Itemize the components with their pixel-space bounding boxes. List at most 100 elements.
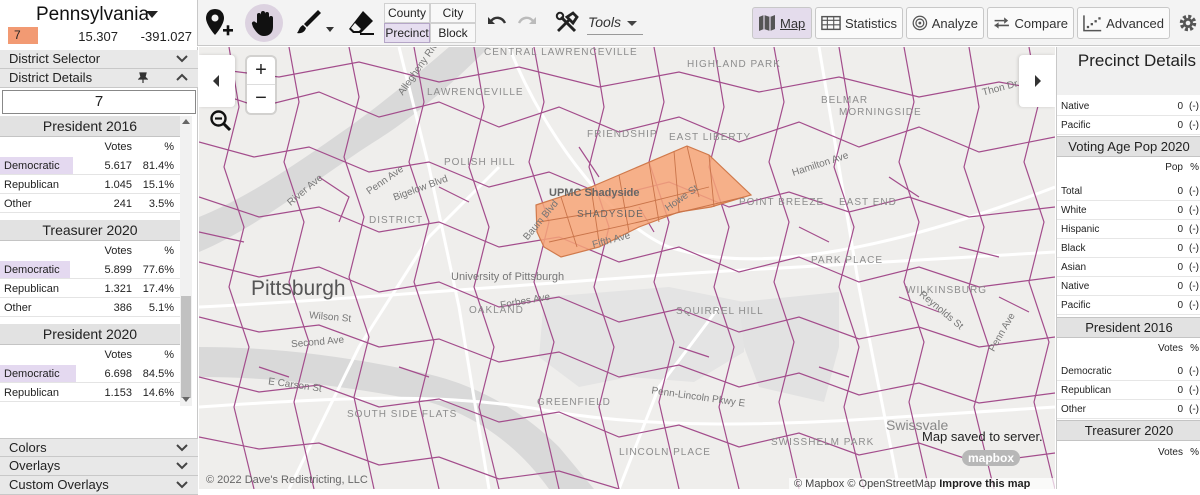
precinct-button[interactable]: Precinct	[384, 23, 430, 43]
zoom-out-magnifier-icon	[210, 110, 232, 132]
chevron-up-icon[interactable]	[176, 72, 188, 84]
analyze-button[interactable]: Analyze	[906, 7, 984, 39]
pct-value: 15.1%	[142, 179, 174, 191]
row-label: Asian	[1061, 262, 1087, 273]
area-label: HIGHLAND PARK	[687, 59, 781, 70]
pct-value: 5.1%	[148, 302, 174, 314]
area-label: GREENFIELD	[537, 397, 611, 408]
advanced-button[interactable]: Advanced	[1077, 7, 1170, 39]
row-value: 0	[1177, 300, 1183, 311]
pan-tool-button[interactable]	[245, 4, 283, 42]
scrollbar-thumb[interactable]	[181, 296, 191, 398]
colors-header[interactable]: Colors	[0, 438, 198, 457]
paintbrush-button[interactable]	[292, 3, 338, 43]
row-label: Native	[1061, 281, 1090, 292]
redo-icon	[517, 16, 536, 24]
chevron-down-icon[interactable]	[176, 53, 188, 65]
add-marker-button[interactable]	[202, 3, 236, 43]
statistics-button[interactable]: Statistics	[815, 7, 903, 39]
column-header: Pop %	[1057, 158, 1200, 177]
chevron-down-icon[interactable]	[146, 11, 158, 18]
row-label: Democratic	[1061, 366, 1112, 377]
collapse-left-panel-button[interactable]	[199, 55, 235, 107]
section-title: President 2020	[0, 324, 180, 345]
overlays-label[interactable]: Overlays	[9, 458, 60, 473]
map-icon	[759, 15, 775, 31]
granularity-selector: County City Precinct Block	[384, 3, 476, 43]
statistics-label[interactable]: Statistics	[845, 16, 897, 31]
votes-value: 1.153	[104, 387, 132, 399]
table-row: Democratic 0 (-)	[1057, 362, 1200, 381]
district-selector-label[interactable]: District Selector	[9, 51, 100, 66]
collapse-right-panel-button[interactable]	[1019, 55, 1055, 107]
compare-button[interactable]: Compare	[987, 7, 1074, 39]
scrollbar[interactable]	[180, 116, 192, 406]
scroll-up-arrow-icon[interactable]	[182, 119, 190, 124]
row-label: Pacific	[1061, 300, 1091, 311]
city-button[interactable]: City	[430, 3, 476, 23]
tools-label[interactable]: Tools	[588, 14, 621, 30]
area-label: POLISH HILL	[444, 157, 516, 168]
chevron-down-icon[interactable]	[176, 479, 188, 491]
custom-overlays-header[interactable]: Custom Overlays	[0, 476, 198, 495]
row-pct: (-)	[1189, 404, 1199, 415]
district-details-list[interactable]: President 2016 Votes % Democratic 5.617 …	[0, 116, 192, 406]
row-value: 0	[1177, 281, 1183, 292]
state-name[interactable]: Pennsylvania	[36, 4, 149, 26]
table-row: Native 0 (-)	[1057, 277, 1200, 296]
chevron-down-icon[interactable]	[176, 460, 188, 472]
undo-button[interactable]	[486, 12, 508, 34]
attribution-text[interactable]: © Mapbox © OpenStreetMap	[794, 478, 936, 489]
column-header: Votes %	[1057, 339, 1200, 358]
row-pct: (-)	[1189, 300, 1199, 311]
custom-overlays-label[interactable]: Custom Overlays	[9, 477, 109, 492]
column-header: Votes %	[1057, 443, 1200, 462]
eraser-icon	[349, 11, 374, 35]
scroll-down-arrow-icon[interactable]	[182, 397, 190, 402]
settings-button[interactable]	[1178, 13, 1198, 33]
table-row: Other 386 5.1%	[0, 298, 180, 317]
table-row: Hispanic 0 (-)	[1057, 220, 1200, 239]
row-pct: (-)	[1189, 101, 1199, 112]
toolbar: Pennsylvania 7 15.307 -391.027 County Ci…	[0, 0, 1200, 46]
table-row: Democratic 5.899 77.6%	[0, 260, 180, 279]
state-selector[interactable]: Pennsylvania 7 15.307 -391.027	[0, 0, 198, 46]
map-view-label[interactable]: Map	[780, 16, 805, 31]
area-label: MORNINGSIDE	[839, 107, 922, 118]
zoom-control: + −	[247, 57, 275, 113]
row-value: 0	[1177, 186, 1183, 197]
map-view-button[interactable]: Map	[752, 7, 812, 39]
district-details-label[interactable]: District Details	[9, 70, 92, 85]
overlays-header[interactable]: Overlays	[0, 457, 198, 476]
mapbox-logo[interactable]: mapbox	[962, 450, 1021, 466]
chevron-down-icon[interactable]	[176, 442, 188, 454]
eraser-button[interactable]	[344, 3, 378, 43]
district-details-header[interactable]: District Details	[0, 69, 198, 88]
selected-district-7[interactable]	[535, 145, 753, 258]
map-canvas[interactable]: CENTRAL LAWRENCEVILLE LAWRENCEVILLE FRIE…	[199, 47, 1055, 489]
row-label: Black	[1061, 243, 1086, 254]
improve-map-link[interactable]: Improve this map	[939, 478, 1030, 489]
chevron-down-icon[interactable]	[627, 21, 637, 26]
analyze-label[interactable]: Analyze	[932, 16, 978, 31]
district-color-chip[interactable]: 7	[8, 27, 38, 44]
tools-menu[interactable]: Tools	[555, 10, 643, 36]
zoom-to-extent-button[interactable]	[209, 109, 233, 133]
saved-status-message: Map saved to server.	[922, 429, 1043, 444]
county-button[interactable]: County	[384, 3, 430, 23]
row-value: 0	[1177, 101, 1183, 112]
compare-label[interactable]: Compare	[1015, 16, 1068, 31]
zoom-out-button[interactable]: −	[247, 85, 275, 113]
zoom-in-button[interactable]: +	[247, 57, 275, 85]
pin-icon[interactable]	[138, 72, 148, 84]
area-label: POINT BREEZE	[739, 197, 825, 208]
pop-header: Pop	[1165, 162, 1183, 173]
chevron-left-icon	[213, 75, 219, 87]
pct-header: %	[1190, 162, 1199, 173]
advanced-label[interactable]: Advanced	[1106, 16, 1164, 31]
block-button[interactable]: Block	[430, 23, 476, 43]
district-selector-header[interactable]: District Selector	[0, 50, 198, 69]
party-label: Democratic	[4, 368, 60, 380]
colors-label[interactable]: Colors	[9, 440, 47, 455]
redo-button[interactable]	[516, 12, 538, 34]
